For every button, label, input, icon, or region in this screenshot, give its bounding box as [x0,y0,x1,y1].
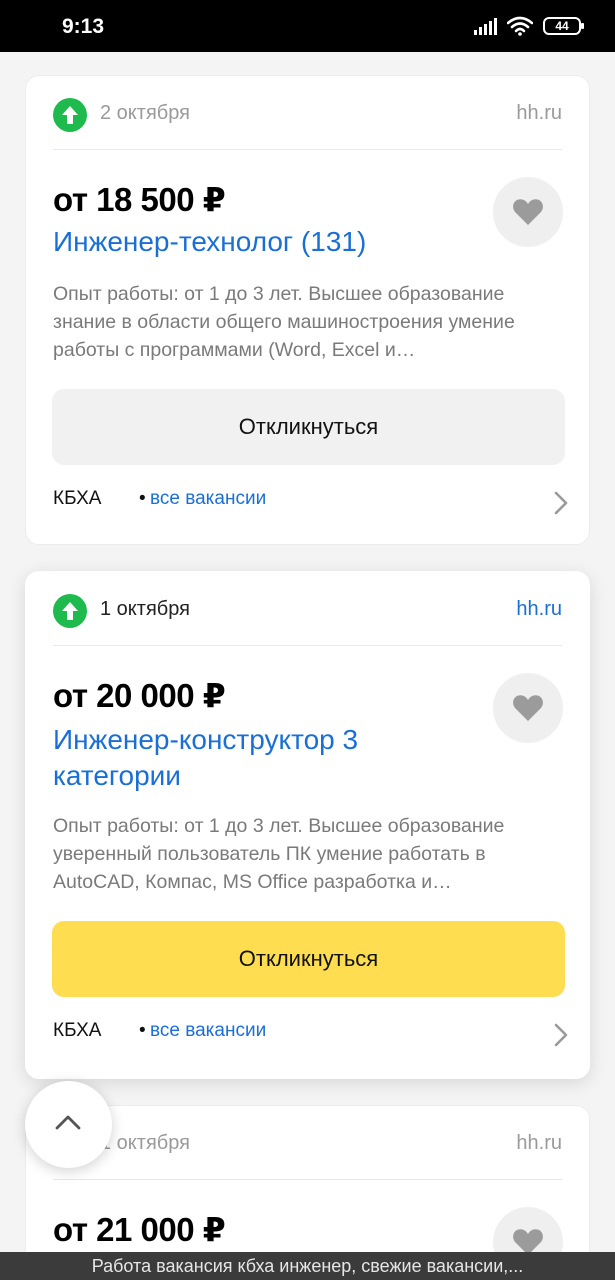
salary: от 18 500 ₽ [53,181,226,218]
card-header: 1 октября hh.ru [53,1128,562,1180]
source-link[interactable]: hh.ru [516,598,562,621]
apply-button[interactable]: Откликнуться [52,921,565,997]
vacancy-description: Опыт работы: от 1 до 3 лет. Высшее образ… [53,815,505,893]
card-footer: КБХА • все вакансии [53,488,569,518]
heart-icon [513,695,543,721]
card-footer: КБХА • все вакансии [53,1020,569,1050]
salary: от 21 000 ₽ [53,1211,226,1248]
card-header: 2 октября hh.ru [53,98,562,150]
all-vacancies-link[interactable]: все вакансии [150,488,266,510]
card-header: 1 октября hh.ru [53,594,562,646]
chevron-right-icon[interactable] [553,1022,569,1048]
arrow-up-icon [53,594,87,628]
date-label: 1 октября [100,598,190,620]
company-name[interactable]: КБХА [53,488,101,510]
apply-button[interactable]: Откликнуться [52,389,565,465]
vacancy-title-link[interactable]: Инженер-конструктор 3 категории [53,722,433,794]
chevron-up-icon [55,1115,81,1130]
status-icons: 44 [474,16,584,36]
company-name[interactable]: КБХА [53,1020,101,1042]
scroll-to-top-button[interactable] [25,1081,112,1168]
chevron-right-icon[interactable] [553,490,569,516]
date-label: 1 октября [100,1132,190,1154]
signal-icon [474,17,497,35]
battery-icon: 44 [543,17,584,35]
favorite-button[interactable] [493,177,563,247]
vacancy-description: Опыт работы: от 1 до 3 лет. Высшее образ… [53,283,515,361]
status-time: 9:13 [62,15,105,38]
date-label: 2 октября [100,102,190,124]
vacancy-card[interactable]: 1 октября hh.ru от 20 000 ₽ Инженер-конс… [25,571,590,1079]
wifi-icon [507,16,533,36]
vacancy-title-link[interactable]: Инженер-технолог (131) [53,224,453,260]
source-link[interactable]: hh.ru [516,102,562,125]
salary: от 20 000 ₽ [53,677,226,714]
heart-icon [513,199,543,225]
page-title-bar: Работа вакансия кбха инженер, свежие вак… [0,1252,615,1280]
favorite-button[interactable] [493,673,563,743]
arrow-up-icon [53,98,87,132]
source-link[interactable]: hh.ru [516,1132,562,1155]
separator-dot: • [139,488,146,509]
separator-dot: • [139,1020,146,1041]
status-bar: 9:13 44 [0,0,615,52]
vacancy-card[interactable]: 2 октября hh.ru от 18 500 ₽ Инженер-техн… [25,75,590,545]
all-vacancies-link[interactable]: все вакансии [150,1020,266,1042]
